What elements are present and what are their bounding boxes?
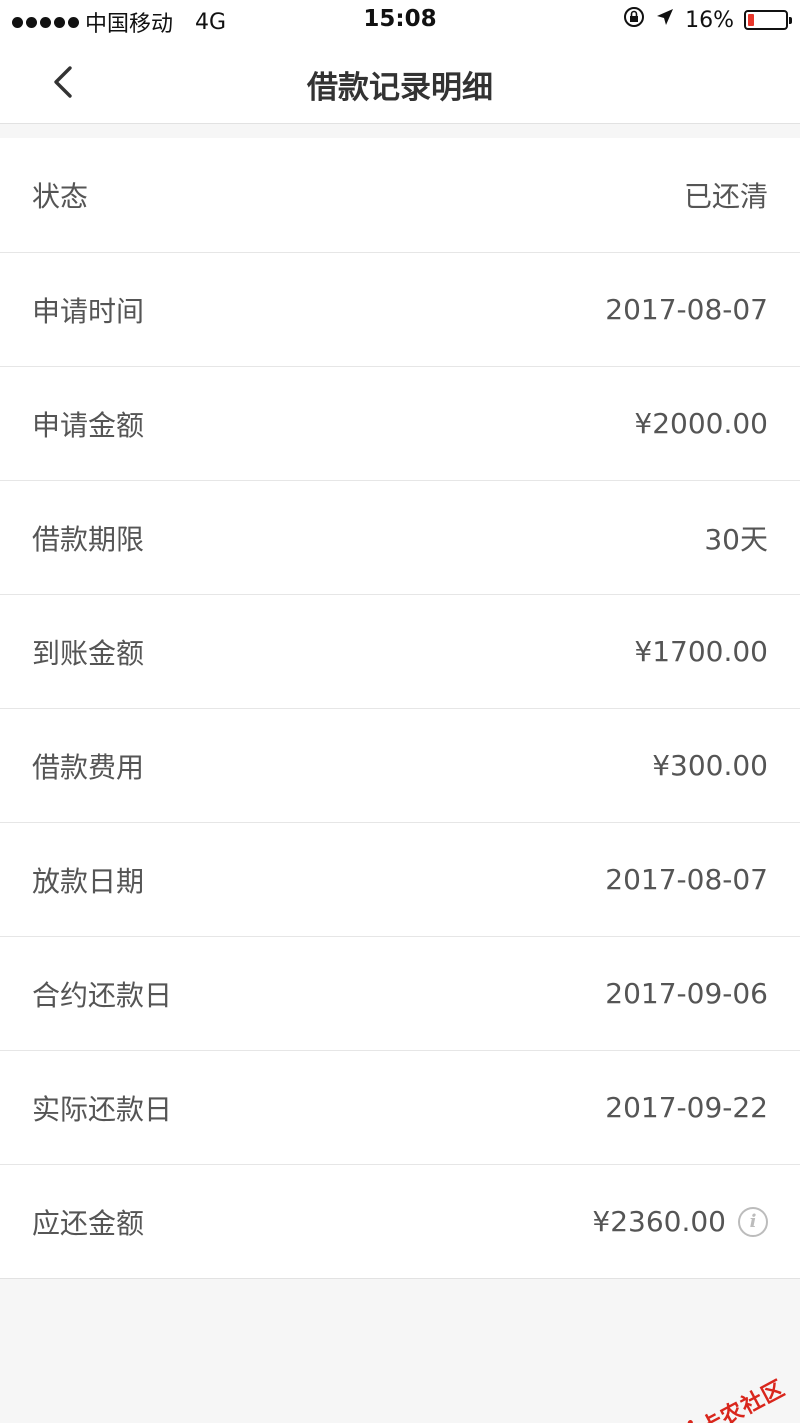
detail-row-loan-term: 借款期限 30天 <box>0 480 800 594</box>
detail-row-disbursement-date: 放款日期 2017-08-07 <box>0 822 800 936</box>
row-label: 申请金额 <box>32 408 145 442</box>
row-label: 合约还款日 <box>32 978 173 1012</box>
row-value: 2017-09-06 <box>605 977 768 1010</box>
row-value: ¥300.00 <box>652 749 768 782</box>
row-label: 借款费用 <box>32 750 145 784</box>
row-value: 30天 <box>704 522 768 556</box>
detail-row-status: 状态 已还清 <box>0 138 800 252</box>
detail-row-amount-due: 应还金额 ¥2360.00 i <box>0 1164 800 1278</box>
row-label: 放款日期 <box>32 864 145 898</box>
info-icon[interactable]: i <box>738 1206 768 1237</box>
row-label: 状态 <box>32 180 89 213</box>
battery-percent: 16% <box>685 7 734 33</box>
row-value: 2017-08-07 <box>605 293 768 326</box>
row-label: 实际还款日 <box>32 1092 173 1126</box>
rotation-lock-icon <box>623 6 645 34</box>
status-right: 16% <box>623 6 792 34</box>
location-arrow-icon <box>655 7 675 33</box>
row-value: ¥2000.00 <box>634 407 768 440</box>
watermark: 卡农社区 <box>667 1371 790 1423</box>
detail-row-loan-fee: 借款费用 ¥300.00 <box>0 708 800 822</box>
watermark-text: 卡农社区 <box>696 1376 790 1423</box>
row-value: 2017-09-22 <box>605 1091 768 1124</box>
status-bar: 中国移动 4G 15:08 16% <box>0 0 800 40</box>
row-value: 已还清 <box>683 180 768 213</box>
detail-row-apply-amount: 申请金额 ¥2000.00 <box>0 366 800 480</box>
row-value: ¥2360.00 <box>592 1205 726 1238</box>
detail-row-actual-repay-date: 实际还款日 2017-09-22 <box>0 1050 800 1164</box>
battery-level <box>748 14 754 26</box>
row-label: 到账金额 <box>32 636 145 670</box>
loan-detail-list: 状态 已还清 申请时间 2017-08-07 申请金额 ¥2000.00 借款期… <box>0 138 800 1279</box>
page-title: 借款记录明细 <box>307 70 493 106</box>
navigation-bar: 借款记录明细 <box>0 40 800 124</box>
row-value-group: ¥2360.00 i <box>592 1205 768 1238</box>
row-label: 申请时间 <box>32 294 145 328</box>
detail-row-apply-date: 申请时间 2017-08-07 <box>0 252 800 366</box>
battery-icon <box>744 10 792 30</box>
row-label: 借款期限 <box>32 522 145 556</box>
row-value: ¥1700.00 <box>634 635 768 668</box>
row-value: 2017-08-07 <box>605 863 768 896</box>
detail-row-received-amount: 到账金额 ¥1700.00 <box>0 594 800 708</box>
detail-row-contract-due-date: 合约还款日 2017-09-06 <box>0 936 800 1050</box>
row-label: 应还金额 <box>32 1206 145 1240</box>
